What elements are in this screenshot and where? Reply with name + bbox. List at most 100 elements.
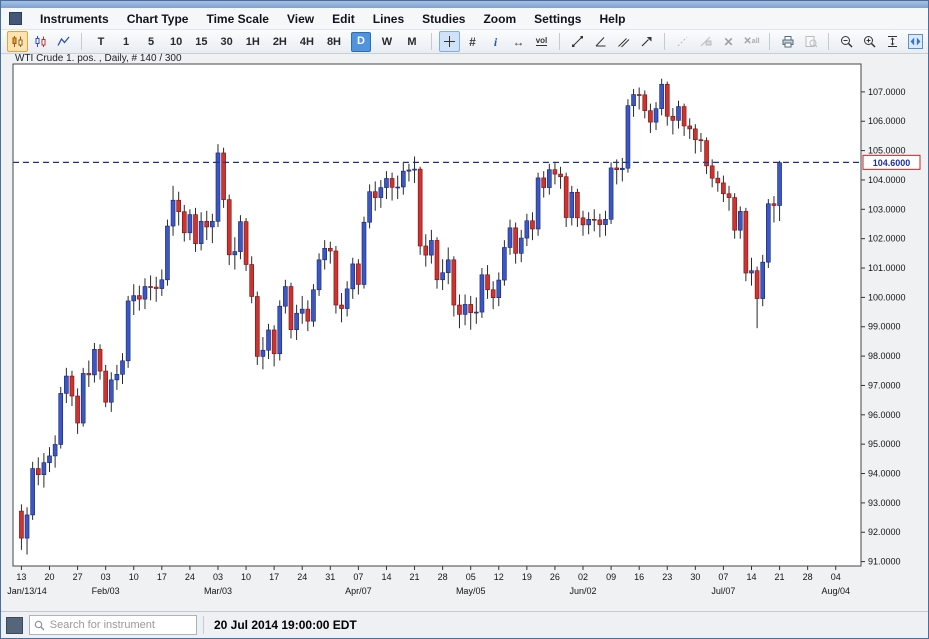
candle-body — [457, 305, 461, 314]
candle-body — [598, 220, 602, 225]
delete-button[interactable]: ✕ — [718, 31, 739, 52]
y-tick-label: 93.0000 — [868, 498, 901, 508]
candle-body — [261, 350, 265, 356]
y-tick-label: 99.0000 — [868, 322, 901, 332]
candle-body — [603, 219, 607, 224]
y-tick-label: 100.0000 — [868, 292, 906, 302]
candle-body — [514, 228, 518, 254]
x-tick-label: 12 — [494, 572, 504, 582]
x-tick-label: 26 — [550, 572, 560, 582]
angle-line-button[interactable] — [590, 31, 611, 52]
timeframe-2h-button[interactable]: 2H — [270, 33, 290, 51]
select-lines-button[interactable] — [672, 31, 693, 52]
timeframe-8h-button[interactable]: 8H — [324, 33, 344, 51]
candle-body — [115, 374, 119, 380]
price-chart[interactable]: 107.0000106.0000105.0000104.0000103.0000… — [1, 56, 929, 613]
toolbar-separator — [431, 33, 432, 50]
dock-panel-button[interactable] — [905, 31, 926, 52]
timeframe-t-button[interactable]: T — [92, 33, 110, 51]
candle-body — [396, 187, 400, 188]
x-tick-label: 17 — [157, 572, 167, 582]
candle-body — [64, 376, 68, 393]
timeframe-d-button[interactable]: D — [351, 32, 371, 52]
timeframe-10-button[interactable]: 10 — [167, 33, 185, 51]
arrow-icon — [640, 35, 653, 48]
zoom-in-button[interactable] — [859, 31, 880, 52]
timeframe-1-button[interactable]: 1 — [117, 33, 135, 51]
parallel-channel-button[interactable] — [613, 31, 634, 52]
candle-body — [149, 287, 153, 288]
horizontal-expand-button[interactable]: ↔ — [508, 31, 529, 52]
crosshair-button[interactable] — [439, 31, 460, 52]
x-tick-label: 19 — [522, 572, 532, 582]
x-tick-label: 10 — [129, 572, 139, 582]
delete-all-button[interactable]: ✕ all — [741, 31, 762, 52]
plot-area[interactable] — [13, 64, 861, 566]
x-tick-label: 07 — [353, 572, 363, 582]
candle-body — [727, 194, 731, 198]
timeframe-1h-button[interactable]: 1H — [243, 33, 263, 51]
candle-body — [368, 192, 372, 223]
chart-type-ohlc-button[interactable] — [30, 31, 51, 52]
chart-type-candlestick-button[interactable] — [7, 31, 28, 52]
toolbar-separator — [769, 33, 770, 50]
timeframe-5-button[interactable]: 5 — [142, 33, 160, 51]
candle-body — [407, 170, 411, 171]
search-input[interactable] — [48, 618, 192, 632]
info-button[interactable]: i — [485, 31, 506, 52]
menu-item-edit[interactable]: Edit — [332, 12, 355, 26]
candle-body — [418, 169, 422, 246]
timeframe-30-button[interactable]: 30 — [218, 33, 236, 51]
erase-line-button[interactable] — [695, 31, 716, 52]
candle-body — [671, 116, 675, 120]
app-icon — [9, 12, 22, 25]
menu-item-instruments[interactable]: Instruments — [40, 12, 109, 26]
statusbar-separator — [203, 616, 204, 634]
status-pane-icon[interactable] — [6, 617, 23, 634]
candle-body — [210, 221, 214, 227]
fit-vertical-button[interactable] — [882, 31, 903, 52]
candle-body — [637, 95, 641, 96]
menu-item-settings[interactable]: Settings — [534, 12, 581, 26]
search-icon — [34, 620, 44, 631]
candle-body — [199, 221, 203, 243]
menu-item-zoom[interactable]: Zoom — [483, 12, 516, 26]
menu-item-lines[interactable]: Lines — [373, 12, 404, 26]
candle-body — [165, 226, 169, 280]
y-tick-label: 96.0000 — [868, 410, 901, 420]
candle-body — [48, 456, 52, 463]
instrument-search-box[interactable] — [29, 615, 197, 635]
candle-body — [733, 198, 737, 231]
timeframe-w-button[interactable]: W — [378, 33, 396, 51]
candle-body — [306, 309, 310, 321]
grid-button[interactable]: # — [462, 31, 483, 52]
menu-item-time-scale[interactable]: Time Scale — [206, 12, 268, 26]
menu-item-studies[interactable]: Studies — [422, 12, 465, 26]
candle-body — [182, 212, 186, 233]
timeframe-4h-button[interactable]: 4H — [297, 33, 317, 51]
candle-body — [755, 271, 759, 299]
zoom-out-button[interactable] — [836, 31, 857, 52]
timeframe-m-button[interactable]: M — [403, 33, 421, 51]
menu-item-chart-type[interactable]: Chart Type — [127, 12, 189, 26]
chart-type-line-button[interactable] — [53, 31, 74, 52]
toolbar-separator — [559, 33, 560, 50]
menu-item-help[interactable]: Help — [599, 12, 625, 26]
print-button[interactable] — [777, 31, 798, 52]
horizontal-arrows-icon: ↔ — [513, 36, 525, 48]
x-axis[interactable]: 13Jan/13/14202703Feb/0310172403Mar/03101… — [7, 566, 850, 596]
x-tick-label: 30 — [690, 572, 700, 582]
x-month-label: Apr/07 — [345, 586, 372, 596]
x-tick-label: 03 — [101, 572, 111, 582]
candle-body — [351, 264, 355, 289]
arrow-tool-button[interactable] — [636, 31, 657, 52]
candle-body — [132, 296, 136, 301]
timeframe-15-button[interactable]: 15 — [192, 33, 210, 51]
candle-body — [25, 515, 29, 538]
volume-button[interactable]: vol — [531, 31, 552, 52]
menu-item-view[interactable]: View — [287, 12, 314, 26]
print-preview-button[interactable] — [800, 31, 821, 52]
trendline-button[interactable] — [567, 31, 588, 52]
candle-body — [648, 111, 652, 122]
candle-body — [19, 511, 23, 538]
